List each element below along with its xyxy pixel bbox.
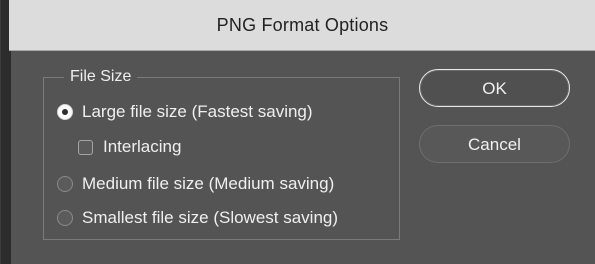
smallest-file-size-option[interactable]: Smallest file size (Slowest saving) xyxy=(57,208,338,228)
interlacing-option[interactable]: Interlacing xyxy=(78,137,181,157)
radio-unselected-icon[interactable] xyxy=(57,210,73,226)
large-file-size-option[interactable]: Large file size (Fastest saving) xyxy=(57,102,313,122)
ok-button[interactable]: OK xyxy=(419,69,570,107)
radio-unselected-icon[interactable] xyxy=(57,176,73,192)
file-size-group-label: File Size xyxy=(64,67,138,87)
dialog-title: PNG Format Options xyxy=(216,15,389,35)
medium-file-size-label: Medium file size (Medium saving) xyxy=(82,174,335,193)
checkbox-unchecked-icon[interactable] xyxy=(78,139,93,155)
interlacing-label: Interlacing xyxy=(103,137,182,156)
cancel-button[interactable]: Cancel xyxy=(419,125,570,163)
png-format-options-dialog: PNG Format Options File Size Large file … xyxy=(0,0,595,264)
smallest-file-size-label: Smallest file size (Slowest saving) xyxy=(82,208,339,227)
dialog-titlebar[interactable]: PNG Format Options xyxy=(9,0,595,51)
medium-file-size-option[interactable]: Medium file size (Medium saving) xyxy=(57,174,334,194)
radio-selected-icon[interactable] xyxy=(57,104,73,120)
large-file-size-label: Large file size (Fastest saving) xyxy=(82,102,313,121)
